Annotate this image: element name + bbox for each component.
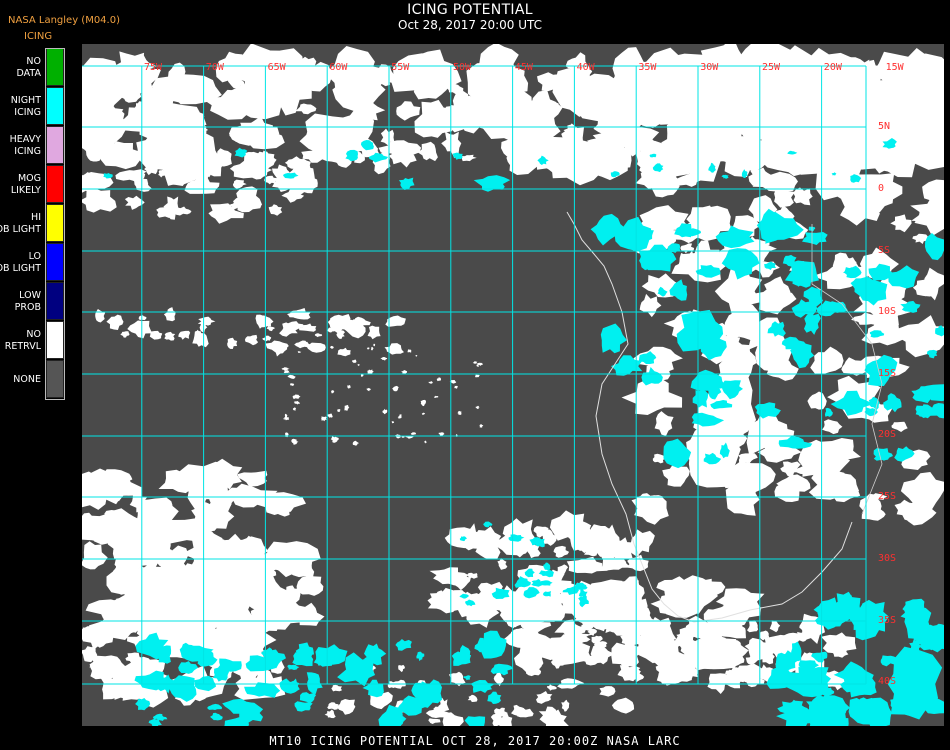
longitude-label: 40W [577,62,596,73]
legend-item: HEAVY ICING [0,126,65,165]
longitude-label: 55W [391,62,410,73]
legend-swatch [46,204,64,242]
latitude-label: 25S [878,491,896,502]
legend-swatch [46,48,64,86]
legend-swatch [46,165,64,203]
longitude-label: 75W [144,62,163,73]
legend-swatch [46,321,64,359]
latitude-label: 10S [878,306,896,317]
legend-label: HIPROB LIGHT [0,211,41,235]
longitude-label: 25W [762,62,781,73]
legend-item: LOPROB LIGHT [0,243,65,282]
legend-label: NONE [13,373,41,385]
longitude-label: 20W [824,62,843,73]
legend-label: LOPROB LIGHT [0,250,41,274]
latitude-label: 5S [878,245,890,256]
legend-item: NO RETRVL [0,321,65,360]
legend-item: LOW PROB [0,282,65,321]
latitude-label: 35S [878,615,896,626]
latitude-label: 5N [878,121,890,132]
longitude-label: 65W [268,62,287,73]
legend-label: NIGHT ICING [10,94,41,118]
latitude-label: 40S [878,676,896,687]
legend-swatch [46,360,64,398]
legend-label: NO RETRVL [4,328,41,352]
map-canvas: 75W 70W 65W 60W 55W 50W 45W 40W 35W 30W 25W 20W 15W 5… [61,22,950,737]
legend-item: NIGHT ICING [0,87,65,126]
satellite-map: 75W 70W 65W 60W 55W 50W 45W 40W 35W 30W 25W 20W 15W 5… [61,22,950,737]
legend-item: NONE [0,360,65,399]
legend-item: NO DATA [0,48,65,87]
page-subtitle: Oct 28, 2017 20:00 UTC [398,18,542,32]
header-credit: NASA Langley (M04.0) [8,15,120,26]
cloud-patch [407,349,412,353]
latitude-label: 30S [878,553,896,564]
legend-swatch [46,282,64,320]
legend-label: LOW PROB [14,289,41,313]
legend-label: MOG LIKELY [10,172,41,196]
longitude-label: 45W [515,62,534,73]
latitude-label: 15S [878,368,896,379]
header-product: ICING [24,31,53,42]
latitude-label: 20S [878,429,896,440]
footer-caption: MT10 ICING POTENTIAL OCT 28, 2017 20:00Z… [269,734,681,748]
legend-label: HEAVY ICING [9,133,41,157]
legend-item: MOG LIKELY [0,165,65,204]
legend-swatch [46,126,64,164]
longitude-label: 30W [700,62,719,73]
longitude-label: 60W [329,62,348,73]
longitude-label: 50W [453,62,472,73]
page-title: ICING POTENTIAL [407,2,533,18]
longitude-label: 70W [206,62,225,73]
latitude-label: 0 [878,183,884,194]
legend-label: NO DATA [16,55,41,79]
legend-swatch [46,243,64,281]
legend-swatch [46,87,64,125]
longitude-label: 35W [638,62,657,73]
longitude-label: 15W [886,62,905,73]
legend-item: HIPROB LIGHT [0,204,65,243]
